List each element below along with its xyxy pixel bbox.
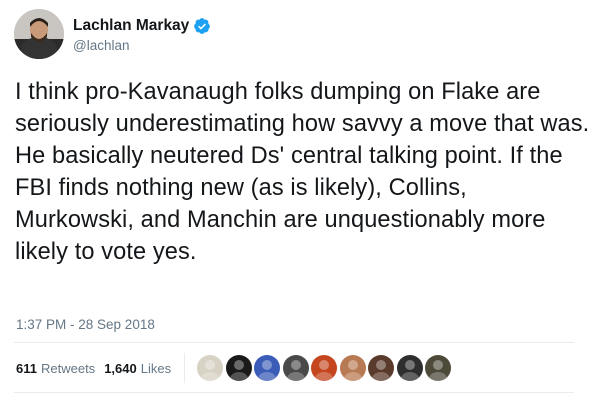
stats-separator: [184, 353, 186, 383]
author-name-row: Lachlan Markay: [73, 15, 211, 37]
divider: [14, 342, 574, 343]
tweet-timestamp[interactable]: 1:37 PM - 28 Sep 2018: [16, 317, 155, 332]
liker-avatar-7[interactable]: [368, 355, 395, 381]
tweet-card: Lachlan Markay @lachlan I think pro-Kava…: [0, 0, 600, 400]
liker-avatar-6[interactable]: [339, 355, 366, 381]
likes-label: Likes: [140, 360, 172, 376]
likes-stat[interactable]: 1,640 Likes: [104, 361, 171, 376]
author-info: Lachlan Markay @lachlan: [73, 15, 211, 53]
retweets-count: 611: [16, 360, 37, 376]
tweet-header: Lachlan Markay @lachlan: [14, 8, 211, 60]
retweets-label: Retweets: [40, 360, 96, 376]
divider: [14, 392, 574, 393]
likes-count: 1,640: [104, 360, 137, 376]
likers-avatar-row: [197, 355, 454, 381]
author-display-name[interactable]: Lachlan Markay: [73, 17, 189, 35]
tweet-stats: 611 Retweets 1,640 Likes: [16, 352, 454, 384]
liker-avatar-1[interactable]: [197, 355, 224, 381]
verified-badge-icon: [193, 17, 211, 35]
liker-avatar-9[interactable]: [425, 355, 452, 381]
tweet-text: I think pro-Kavanaugh folks dumping on F…: [15, 79, 590, 265]
retweets-stat[interactable]: 611 Retweets: [16, 361, 95, 376]
liker-avatar-2[interactable]: [225, 355, 252, 381]
liker-avatar-8[interactable]: [396, 355, 423, 381]
author-handle[interactable]: @lachlan: [73, 38, 211, 53]
liker-avatar-5[interactable]: [311, 355, 338, 381]
liker-avatar-4[interactable]: [282, 355, 309, 381]
liker-avatar-3[interactable]: [254, 355, 281, 381]
author-avatar[interactable]: [14, 9, 64, 59]
